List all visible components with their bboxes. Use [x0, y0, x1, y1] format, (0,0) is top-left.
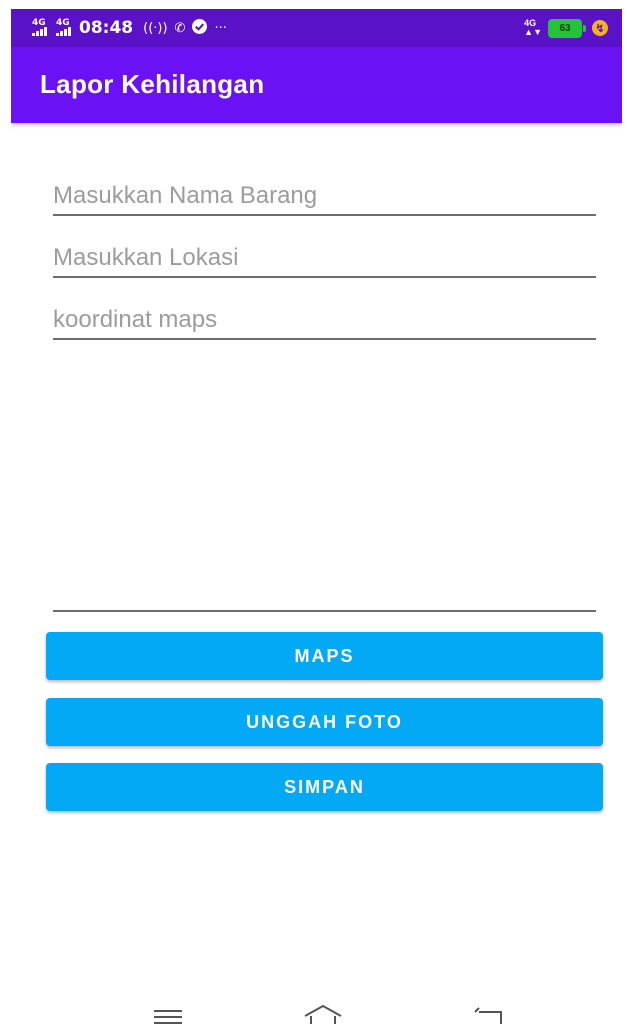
- navigation-bar: [11, 986, 622, 1026]
- battery-icon: 63: [548, 18, 586, 38]
- network-type-label: 4G: [32, 18, 46, 28]
- description-field[interactable]: [53, 349, 596, 612]
- more-dots-icon: ···: [214, 20, 227, 36]
- whatsapp-icon: ✆: [174, 20, 186, 36]
- phone-screen: 4G 4G 08:48 ((·)) ✆ ··· 4G ▲▼ 63 ↯ Lapor…: [11, 9, 622, 1026]
- status-bar: 4G 4G 08:48 ((·)) ✆ ··· 4G ▲▼ 63 ↯: [11, 9, 622, 47]
- location-field[interactable]: Masukkan Lokasi: [53, 236, 596, 278]
- charging-icon: ↯: [592, 20, 608, 36]
- app-bar: Lapor Kehilangan: [11, 47, 622, 123]
- coordinates-placeholder: koordinat maps: [53, 306, 218, 333]
- maps-button[interactable]: MAPS: [46, 632, 603, 680]
- page-title: Lapor Kehilangan: [40, 69, 265, 99]
- status-left: 4G 4G 08:48 ((·)) ✆ ···: [31, 9, 227, 47]
- menu-icon[interactable]: [152, 1008, 184, 1024]
- battery-level: 63: [548, 18, 582, 38]
- location-placeholder: Masukkan Lokasi: [53, 244, 239, 271]
- signal-icon: 4G: [55, 17, 73, 39]
- home-icon[interactable]: [303, 1004, 343, 1024]
- save-button[interactable]: SIMPAN: [46, 763, 603, 811]
- network-type-label: 4G: [56, 18, 70, 28]
- signal-icon: 4G: [31, 17, 49, 39]
- status-right: 4G ▲▼ 63 ↯: [524, 9, 608, 47]
- data-network-icon: 4G ▲▼: [524, 18, 542, 37]
- check-circle-icon: [192, 18, 208, 38]
- coordinates-field[interactable]: koordinat maps: [53, 299, 596, 340]
- clock: 08:48: [79, 18, 134, 38]
- item-name-placeholder: Masukkan Nama Barang: [53, 182, 318, 209]
- item-name-field[interactable]: Masukkan Nama Barang: [53, 174, 596, 216]
- upload-photo-button[interactable]: UNGGAH FOTO: [46, 698, 603, 746]
- back-icon[interactable]: [471, 1006, 505, 1024]
- hotspot-icon: ((·)): [143, 20, 168, 36]
